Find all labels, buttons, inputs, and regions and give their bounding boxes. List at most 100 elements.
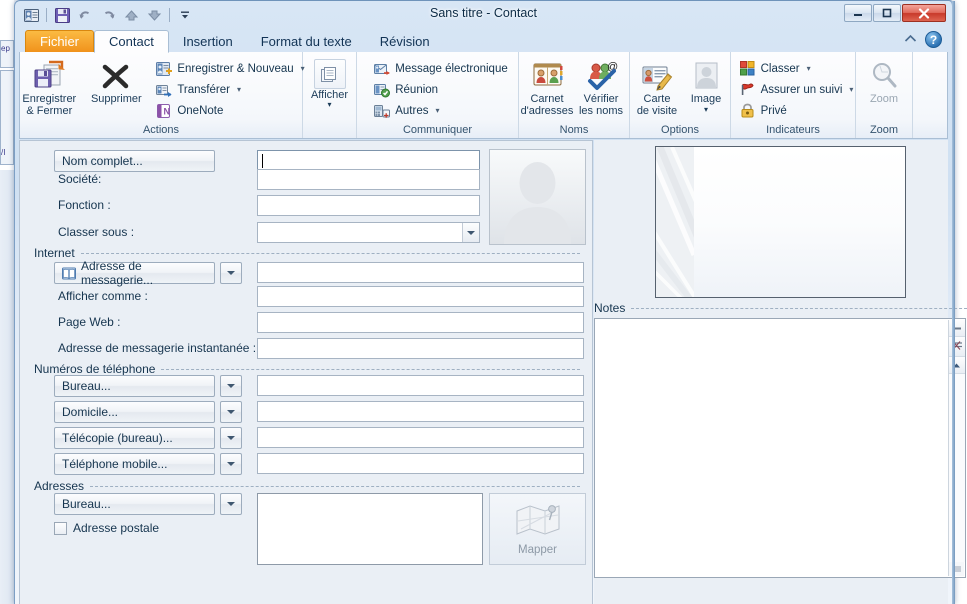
quick-access-toolbar[interactable] [21, 5, 195, 25]
close-button[interactable] [902, 4, 946, 22]
redo-icon[interactable] [98, 6, 118, 25]
notes-scroll-track[interactable] [948, 374, 965, 562]
display-as-input[interactable] [257, 286, 584, 307]
phone-row-0-dropdown[interactable] [220, 375, 242, 397]
address-type-dropdown[interactable] [220, 493, 242, 515]
email-address-button[interactable]: Adresse de messagerie... [54, 259, 215, 287]
phone-row-2-input[interactable] [257, 427, 584, 448]
actions-small-commands: Enregistrer & Nouveau ▾ Transférer ▾ N O… [151, 56, 308, 121]
business-card-label-2: de visite [636, 105, 678, 117]
categorize-button[interactable]: Classer ▾ [735, 58, 858, 79]
phone-row-0-button[interactable]: Bureau... [54, 375, 215, 397]
forward-button[interactable]: Transférer ▾ [151, 79, 308, 100]
picture-button[interactable]: Image ▾ [683, 56, 729, 114]
meeting-button[interactable]: Réunion [369, 79, 512, 100]
contact-card-icon[interactable] [21, 6, 41, 25]
display-as-label: Afficher comme : [58, 289, 148, 303]
phone-row-1-button[interactable]: Domicile... [54, 401, 215, 423]
picture-caret-icon[interactable]: ▾ [704, 105, 708, 114]
business-card-preview[interactable] [655, 146, 906, 298]
phone-row-1-dropdown[interactable] [220, 401, 242, 423]
notes-textarea[interactable] [594, 318, 966, 578]
help-icon[interactable]: ? [925, 31, 942, 48]
phone-row-3-input[interactable] [257, 453, 584, 474]
business-card-button[interactable]: Carte de visite [631, 56, 683, 117]
full-name-button[interactable]: Nom complet... [54, 150, 215, 172]
ribbon-tabs[interactable]: Fichier Contact Insertion Format du text… [25, 29, 444, 53]
categorize-caret-icon[interactable]: ▾ [807, 64, 811, 73]
save-and-close-label-1: Enregistrer [22, 93, 77, 105]
save-and-new-button[interactable]: Enregistrer & Nouveau ▾ [151, 58, 308, 79]
business-card-label-1: Carte [643, 93, 671, 105]
map-icon [515, 503, 561, 542]
next-item-icon[interactable] [144, 6, 164, 25]
phone-row-1-input[interactable] [257, 401, 584, 422]
address-type-button[interactable]: Bureau... [54, 493, 215, 515]
address-textarea[interactable] [257, 493, 483, 565]
notes-split-button[interactable] [948, 337, 965, 357]
phone-row-2-button[interactable]: Télécopie (bureau)... [54, 427, 215, 449]
notes-scroll-up-button[interactable] [948, 357, 965, 374]
more-communicate-button[interactable]: Autres ▾ [369, 100, 512, 121]
tab-contact[interactable]: Contact [94, 30, 169, 53]
map-it-button[interactable]: Mapper [489, 493, 586, 565]
collapse-ribbon-icon[interactable] [904, 34, 917, 46]
follow-up-button[interactable]: Assurer un suivi ▾ [735, 79, 858, 100]
ribbon-tab-right-controls[interactable]: ? [904, 31, 942, 48]
window-controls[interactable] [844, 4, 946, 22]
phone-row-0-input[interactable] [257, 375, 584, 396]
file-as-combo[interactable] [257, 222, 480, 243]
check-names-icon: @ [585, 59, 618, 93]
full-name-input[interactable] [257, 150, 480, 171]
tab-revision[interactable]: Révision [366, 30, 444, 53]
more-caret-icon[interactable]: ▾ [435, 106, 439, 115]
im-address-input[interactable] [257, 338, 584, 359]
notes-scrollbar[interactable] [948, 320, 965, 576]
ribbon: Enregistrer & Fermer Supprimer Enregistr… [19, 52, 948, 139]
minimize-button[interactable] [844, 4, 872, 22]
tab-fichier[interactable]: Fichier [25, 30, 95, 53]
section-internet: Internet [34, 246, 580, 260]
delete-label-text: Supprimer [90, 93, 142, 105]
email-message-button[interactable]: Message électronique [369, 58, 512, 79]
contact-photo-placeholder[interactable] [489, 149, 586, 245]
web-page-input[interactable] [257, 312, 584, 333]
show-pages-button[interactable]: Afficher ▾ [306, 56, 354, 109]
onenote-icon: N [155, 102, 172, 119]
delete-button[interactable]: Supprimer [85, 56, 147, 105]
zoom-button[interactable]: Zoom [859, 56, 909, 105]
meeting-label: Réunion [395, 83, 439, 96]
save-and-close-button[interactable]: Enregistrer & Fermer [13, 56, 85, 117]
previous-item-icon[interactable] [121, 6, 141, 25]
email-address-input[interactable] [257, 262, 584, 283]
check-names-button[interactable]: @ Vérifier les noms [574, 56, 628, 118]
notes-scroll-top-button[interactable] [948, 320, 965, 337]
show-pages-caret-icon[interactable]: ▾ [327, 101, 331, 109]
phone-row-2-dropdown[interactable] [220, 427, 242, 449]
save-icon[interactable] [52, 6, 72, 25]
save-and-new-label: Enregistrer & Nouveau [177, 62, 294, 75]
phone-row-3-dropdown[interactable] [220, 453, 242, 475]
tab-insertion[interactable]: Insertion [169, 30, 247, 53]
job-title-input[interactable] [257, 195, 480, 216]
forward-caret-icon[interactable]: ▾ [237, 85, 241, 94]
follow-up-caret-icon[interactable]: ▾ [849, 85, 853, 94]
customize-qat-icon[interactable] [175, 6, 195, 25]
phone-row-3-arrow-icon [227, 462, 235, 466]
company-input[interactable] [257, 169, 480, 190]
notes-scroll-grip[interactable] [949, 562, 965, 576]
address-book-button[interactable]: Carnet d'adresses [520, 56, 574, 117]
section-addresses-label: Adresses [34, 479, 85, 493]
phone-row-3-button[interactable]: Téléphone mobile... [54, 453, 215, 475]
mailing-address-checkbox[interactable] [54, 521, 67, 535]
undo-icon[interactable] [75, 6, 95, 25]
maximize-button[interactable] [873, 4, 901, 22]
address-book-icon [531, 59, 564, 93]
email-address-dropdown[interactable] [220, 262, 242, 284]
onenote-label: OneNote [177, 104, 224, 117]
tab-format-du-texte[interactable]: Format du texte [247, 30, 366, 53]
mailing-address-checkbox-row[interactable]: Adresse postale [54, 521, 159, 535]
onenote-button[interactable]: N OneNote [151, 100, 308, 121]
private-button[interactable]: Privé [735, 100, 858, 121]
file-as-dropdown-icon[interactable] [462, 223, 479, 242]
